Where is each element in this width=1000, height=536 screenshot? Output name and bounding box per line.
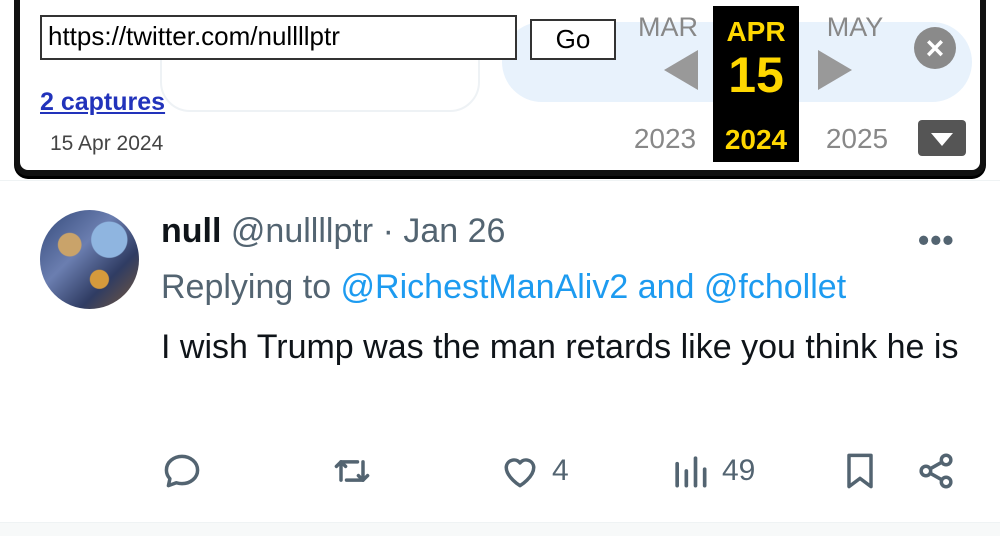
current-month: APR <box>726 16 786 47</box>
reply-and: and <box>628 268 704 306</box>
captures-link[interactable]: 2 captures <box>40 88 165 117</box>
next-year-link[interactable]: 2025 <box>812 123 902 155</box>
reply-button[interactable] <box>160 448 204 494</box>
reply-mention-1[interactable]: @RichestManAliv2 <box>341 268 629 306</box>
replying-to: Replying to @RichestManAliv2 and @fcholl… <box>161 268 846 307</box>
analytics-icon <box>675 456 707 488</box>
like-button[interactable]: 4 <box>498 448 569 494</box>
tweet-header: null @nullllptr · Jan 26 <box>161 212 505 251</box>
views-button[interactable]: 49 <box>668 448 755 494</box>
bookmark-button[interactable] <box>838 448 882 494</box>
replying-prefix: Replying to <box>161 268 341 306</box>
current-day: 15 <box>728 47 784 103</box>
display-name[interactable]: null <box>161 212 221 250</box>
expand-dropdown-icon[interactable] <box>918 120 966 156</box>
reply-mention-2[interactable]: @fchollet <box>704 268 846 306</box>
wayback-go-button[interactable]: Go <box>530 19 616 60</box>
wayback-toolbar: https://twitter.com/nullllptr Go 2 captu… <box>14 0 986 176</box>
divider <box>0 180 1000 181</box>
current-year: 2024 <box>724 124 788 155</box>
heart-icon <box>504 458 536 488</box>
retweet-button[interactable] <box>330 448 374 494</box>
prev-year-link[interactable]: 2023 <box>620 123 710 155</box>
wayback-url-input[interactable]: https://twitter.com/nullllptr <box>40 15 517 60</box>
meta-separator: · <box>373 212 404 250</box>
close-icon[interactable]: × <box>914 27 956 69</box>
tweet-separator <box>0 522 1000 536</box>
tweet-date[interactable]: Jan 26 <box>403 212 505 250</box>
tweet-text: I wish Trump was the man retards like yo… <box>161 328 959 366</box>
views-count: 49 <box>722 454 756 487</box>
next-month-link[interactable]: MAY <box>810 12 900 43</box>
prev-month-link[interactable]: MAR <box>623 12 713 43</box>
current-capture: APR 15 2024 <box>713 6 799 162</box>
like-count: 4 <box>552 454 569 487</box>
avatar[interactable] <box>40 210 139 309</box>
reply-icon <box>164 454 200 488</box>
bookmark-icon <box>847 453 873 489</box>
next-capture-arrow-icon[interactable] <box>818 50 852 90</box>
share-icon <box>919 453 953 489</box>
share-button[interactable] <box>914 448 958 494</box>
more-options-icon[interactable]: ••• <box>918 222 955 259</box>
prev-capture-arrow-icon[interactable] <box>664 50 698 90</box>
retweet-icon <box>334 460 370 482</box>
handle[interactable]: @nullllptr <box>231 212 373 250</box>
capture-date: 15 Apr 2024 <box>50 132 164 155</box>
